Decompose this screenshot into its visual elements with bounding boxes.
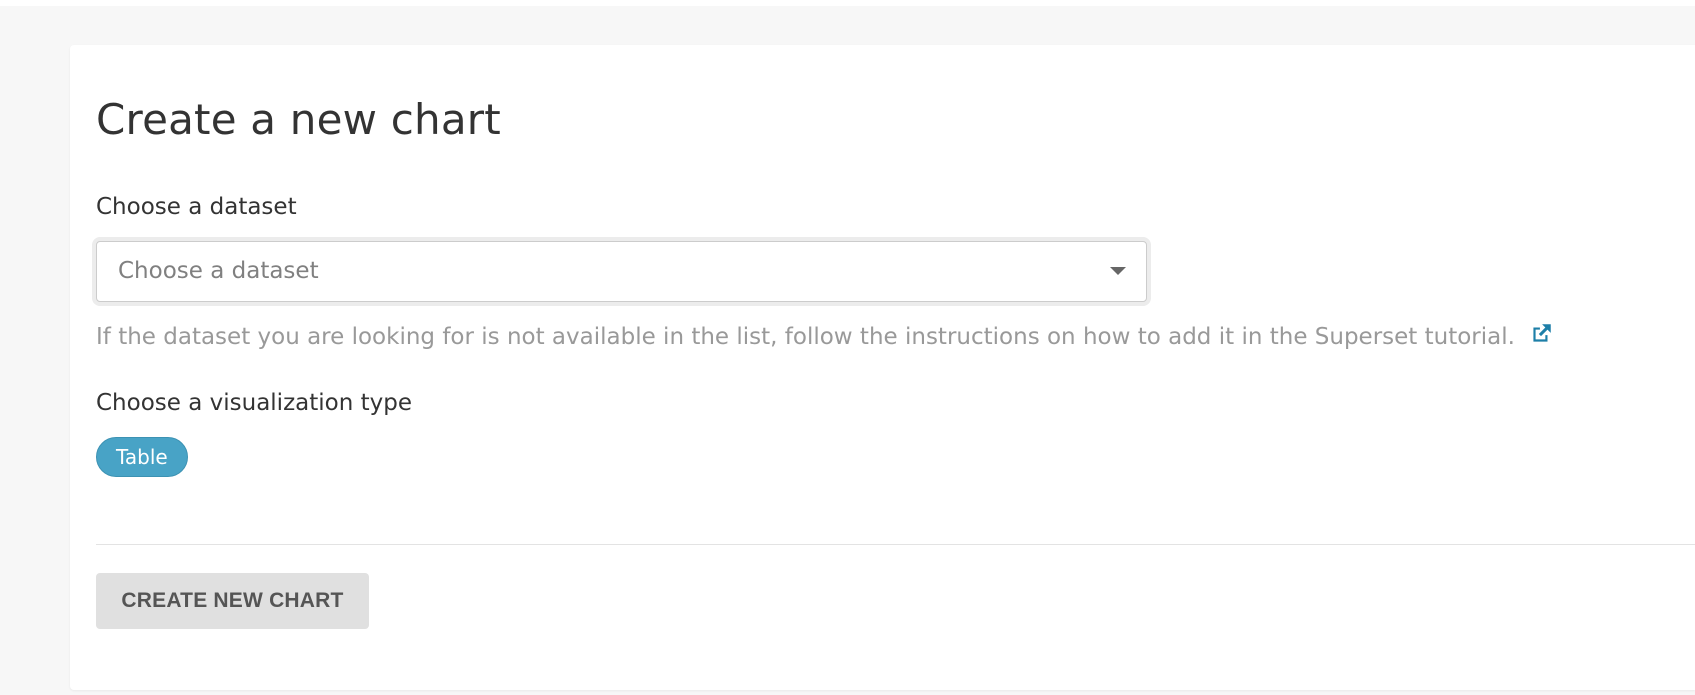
page-title: Create a new chart	[96, 95, 501, 144]
caret-down-icon[interactable]	[1110, 267, 1126, 275]
dataset-select[interactable]: Choose a dataset	[96, 241, 1147, 302]
visualization-type-table[interactable]: Table	[96, 437, 188, 477]
create-chart-panel: Create a new chart Choose a dataset Choo…	[70, 45, 1695, 690]
create-new-chart-button[interactable]: CREATE NEW CHART	[96, 573, 369, 629]
dataset-select-placeholder: Choose a dataset	[118, 258, 319, 284]
external-link-icon[interactable]	[1528, 321, 1554, 347]
dataset-help-text: If the dataset you are looking for is no…	[96, 324, 1515, 350]
dataset-label: Choose a dataset	[96, 194, 297, 220]
divider	[96, 544, 1695, 545]
dataset-help: If the dataset you are looking for is no…	[96, 321, 1554, 350]
page-background: Create a new chart Choose a dataset Choo…	[0, 0, 1695, 695]
visualization-label: Choose a visualization type	[96, 390, 412, 416]
